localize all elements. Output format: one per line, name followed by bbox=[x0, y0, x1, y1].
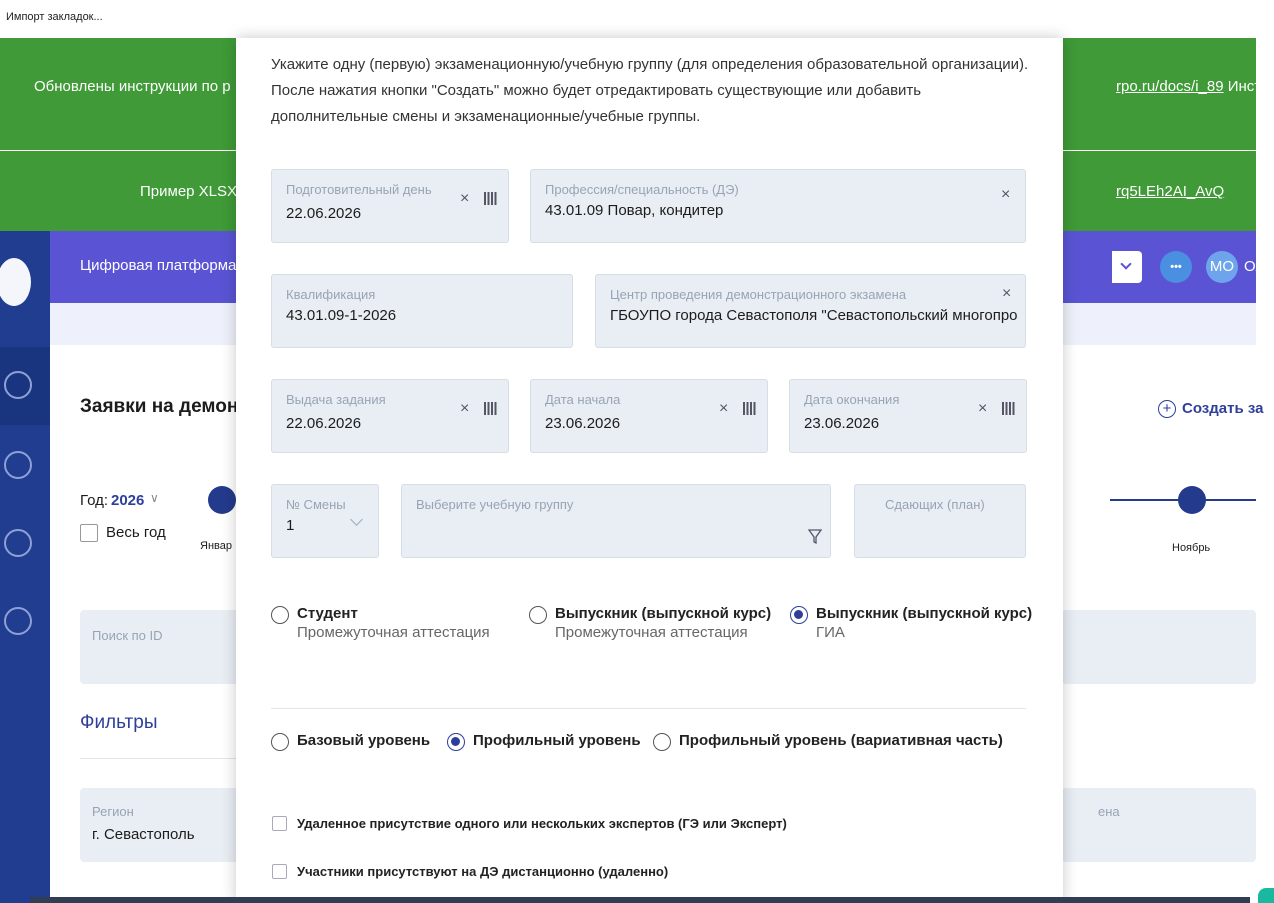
clear-icon[interactable]: × bbox=[1001, 186, 1010, 204]
radio-profile-level[interactable]: Профильный уровень bbox=[447, 732, 641, 751]
clear-icon[interactable]: × bbox=[719, 400, 728, 418]
banner2-link[interactable]: rq5LEh2AI_AvQ bbox=[1116, 183, 1224, 200]
radio-student[interactable]: Студент Промежуточная аттестация bbox=[271, 605, 490, 641]
clear-icon[interactable]: × bbox=[1002, 285, 1011, 303]
radio-graduate-intermediate[interactable]: Выпускник (выпускной курс) Промежуточная… bbox=[529, 605, 771, 641]
calendar-icon[interactable] bbox=[1002, 402, 1015, 415]
whole-year-label: Весь год bbox=[106, 524, 166, 541]
radio-indicator[interactable] bbox=[529, 606, 547, 624]
bookmark-import-link[interactable]: Импорт закладок... bbox=[6, 11, 103, 23]
radio-indicator[interactable] bbox=[653, 733, 671, 751]
prep-day-field[interactable]: Подготовительный день 22.06.2026 × bbox=[271, 169, 509, 243]
radio-indicator[interactable] bbox=[271, 606, 289, 624]
radio-basic-level[interactable]: Базовый уровень bbox=[271, 732, 430, 751]
profession-field[interactable]: Профессия/специальность (ДЭ) 43.01.09 По… bbox=[530, 169, 1026, 243]
logo-emblem bbox=[0, 255, 34, 309]
task-issue-field[interactable]: Выдача задания 22.06.2026 × bbox=[271, 379, 509, 453]
banner-docs-link[interactable]: rpo.ru/docs/i_89 bbox=[1116, 78, 1224, 95]
year-chevron-icon[interactable]: ∨ bbox=[150, 491, 159, 505]
sidebar-globe-icon[interactable] bbox=[4, 371, 32, 399]
chevron-down-icon bbox=[1120, 258, 1132, 270]
filter-icon[interactable] bbox=[808, 529, 822, 545]
corner-widget[interactable] bbox=[1258, 888, 1274, 903]
banner2-text-left: Пример XLSX- bbox=[140, 183, 243, 200]
filters-heading[interactable]: Фильтры bbox=[80, 712, 157, 734]
planned-count-field[interactable]: Сдающих (план) bbox=[854, 484, 1026, 558]
exam-center-field[interactable]: Центр проведения демонстрационного экзам… bbox=[595, 274, 1026, 348]
checkbox-remote-experts[interactable]: Удаленное присутствие одного или несколь… bbox=[272, 816, 787, 831]
header-select[interactable] bbox=[1112, 251, 1142, 283]
user-name-fragment: О/ bbox=[1244, 258, 1260, 275]
clear-icon[interactable]: × bbox=[460, 400, 469, 418]
region-field[interactable]: Регион г. Севастополь bbox=[80, 788, 240, 862]
section-divider bbox=[271, 708, 1026, 709]
right-input[interactable] bbox=[1062, 610, 1256, 684]
timeline-dot-january[interactable] bbox=[208, 486, 236, 514]
plus-circle-icon[interactable]: + bbox=[1158, 400, 1176, 418]
whole-year-checkbox[interactable] bbox=[80, 524, 98, 542]
more-button[interactable]: ••• bbox=[1160, 251, 1192, 283]
year-selector[interactable]: 2026 bbox=[111, 492, 144, 509]
checkbox-box[interactable] bbox=[272, 864, 287, 879]
create-request-dialog: Укажите одну (первую) экзаменационную/уч… bbox=[236, 38, 1063, 903]
clear-icon[interactable]: × bbox=[460, 190, 469, 208]
radio-indicator[interactable] bbox=[271, 733, 289, 751]
filters-divider bbox=[80, 758, 240, 759]
platform-title: Цифровая платформа: д bbox=[80, 257, 254, 274]
search-input[interactable]: Поиск по ID bbox=[80, 610, 240, 684]
shift-number-select[interactable]: № Смены 1 bbox=[271, 484, 379, 558]
chevron-down-icon bbox=[350, 513, 363, 526]
checkbox-box[interactable] bbox=[272, 816, 287, 831]
calendar-icon[interactable] bbox=[743, 402, 756, 415]
bookmark-bar: Импорт закладок... bbox=[0, 0, 1274, 38]
user-avatar[interactable]: МО bbox=[1206, 251, 1238, 283]
banner2-text-right: rq5LEh2AI_AvQ bbox=[1116, 183, 1224, 200]
radio-graduate-gia[interactable]: Выпускник (выпускной курс) ГИА bbox=[790, 605, 1032, 641]
radio-indicator-selected[interactable] bbox=[790, 606, 808, 624]
right-filter-field[interactable]: ена bbox=[1062, 788, 1256, 862]
page-title: Заявки на демонс bbox=[80, 396, 249, 417]
study-group-select[interactable]: Выберите учебную группу bbox=[401, 484, 831, 558]
checkbox-remote-participants[interactable]: Участники присутствуют на ДЭ дистанционн… bbox=[272, 864, 668, 879]
month-label-january: Январ bbox=[200, 540, 232, 552]
sidebar-list-icon[interactable] bbox=[4, 451, 32, 479]
radio-indicator-selected[interactable] bbox=[447, 733, 465, 751]
end-date-field[interactable]: Дата окончания 23.06.2026 × bbox=[789, 379, 1027, 453]
dialog-intro-text: Укажите одну (первую) экзаменационную/уч… bbox=[271, 56, 1029, 125]
taskbar-strip bbox=[30, 897, 1250, 903]
create-button[interactable]: Создать за bbox=[1182, 400, 1263, 417]
start-date-field[interactable]: Дата начала 23.06.2026 × bbox=[530, 379, 768, 453]
calendar-icon[interactable] bbox=[484, 192, 497, 205]
clear-icon[interactable]: × bbox=[978, 400, 987, 418]
radio-profile-variative-level[interactable]: Профильный уровень (вариативная часть) bbox=[653, 732, 1003, 751]
qualification-field[interactable]: Квалификация 43.01.09-1-2026 bbox=[271, 274, 573, 348]
banner-text-right: rpo.ru/docs/i_89 Инст bbox=[1116, 78, 1262, 95]
calendar-icon[interactable] bbox=[484, 402, 497, 415]
banner-text-left: Обновлены инструкции по р bbox=[34, 78, 231, 95]
month-label-november: Ноябрь bbox=[1172, 542, 1211, 554]
sidebar-calendar-icon[interactable] bbox=[4, 607, 32, 635]
timeline-dot-november[interactable] bbox=[1178, 486, 1206, 514]
sidebar-document-icon[interactable] bbox=[4, 529, 32, 557]
year-label: Год: bbox=[80, 492, 109, 509]
sidebar bbox=[0, 231, 50, 903]
